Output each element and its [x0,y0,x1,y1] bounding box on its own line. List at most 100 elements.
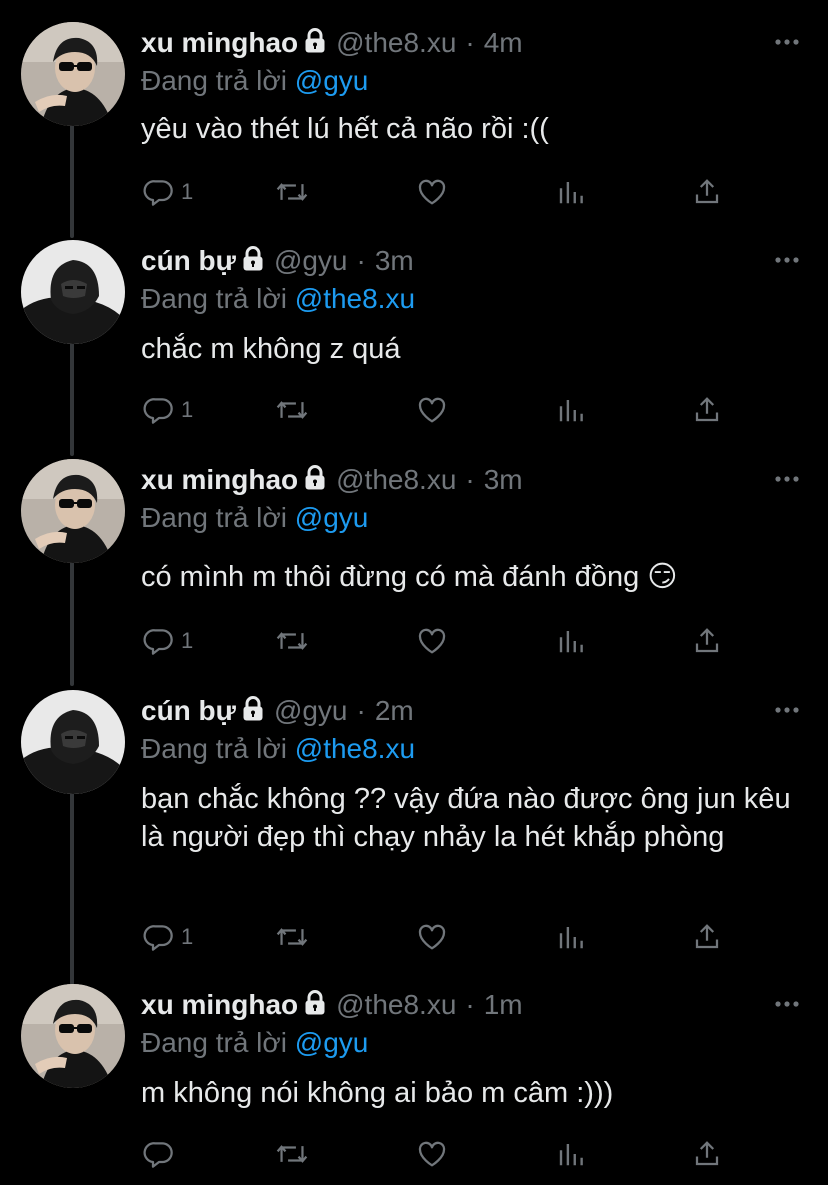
tweet-header: cún bự @gyu · 2m [141,694,414,728]
mention-link[interactable]: @the8.xu [295,733,415,764]
share-button[interactable] [692,172,722,212]
reply-icon [143,176,175,208]
reply-button[interactable]: 1 [143,621,193,661]
more-icon[interactable] [774,30,800,54]
timestamp[interactable]: 3m [375,244,414,278]
display-name[interactable]: cún bự [141,694,236,728]
timestamp[interactable]: 4m [484,26,523,60]
like-button[interactable] [415,390,449,430]
replying-to-label: Đang trả lời [141,502,295,533]
tweet-header: xu minghao @the8.xu · 1m [141,988,523,1022]
tweet-header: cún bự @gyu · 3m [141,244,414,278]
like-icon [415,394,449,426]
mention-link[interactable]: @the8.xu [295,283,415,314]
tweet-actions: 1 [0,917,828,957]
more-icon[interactable] [774,992,800,1016]
user-handle[interactable]: @the8.xu [336,463,456,497]
share-icon [692,1138,722,1170]
like-button[interactable] [415,1134,449,1174]
analytics-icon [556,176,586,208]
retweet-button[interactable] [275,621,309,661]
tweet-actions: 1 [0,172,828,212]
tweet-text: yêu vào thét lú hết cả não rồi :(( [141,113,549,145]
mention-link[interactable]: @gyu [295,65,369,96]
tweet-header: xu minghao @the8.xu · 4m [141,26,523,60]
separator-dot: · [356,695,366,726]
reply-button[interactable]: 1 [143,172,193,212]
share-button[interactable] [692,1134,722,1174]
user-handle[interactable]: @the8.xu [336,26,456,60]
avatar[interactable] [21,690,125,794]
analytics-button[interactable] [556,1134,586,1174]
avatar[interactable] [21,22,125,126]
reply-button[interactable] [143,1134,181,1174]
lock-icon [242,696,264,722]
retweet-icon [275,394,309,426]
analytics-icon [556,394,586,426]
lock-icon [304,990,326,1016]
like-button[interactable] [415,621,449,661]
retweet-button[interactable] [275,172,309,212]
tweet-text: m không nói không ai bảo m câm :))) [141,1077,614,1109]
reply-count: 1 [181,179,194,204]
display-name[interactable]: cún bự [141,244,236,278]
share-button[interactable] [692,621,722,661]
display-name[interactable]: xu minghao [141,988,298,1022]
more-icon[interactable] [774,467,800,491]
mention-link[interactable]: @gyu [295,502,369,533]
tweet[interactable]: xu minghao @the8.xu · 4m Đang trả lời @g… [0,0,828,218]
retweet-button[interactable] [275,1134,309,1174]
share-icon [692,176,722,208]
tweet[interactable]: cún bự @gyu · 3m Đang trả lời @the8.xu ch… [0,218,828,437]
user-handle[interactable]: @gyu [274,694,348,728]
replying-to: Đang trả lời @gyu [141,64,368,98]
separator-dot: · [465,464,475,495]
mention-link[interactable]: @gyu [295,1027,369,1058]
replying-to-label: Đang trả lời [141,1027,295,1058]
replying-to-label: Đang trả lời [141,65,295,96]
tweet-text: chắc m không z quá [141,333,401,365]
separator-dot: · [465,989,475,1020]
tweet[interactable]: xu minghao @the8.xu · 3m Đang trả lời @g… [0,437,828,668]
avatar[interactable] [21,984,125,1088]
retweet-button[interactable] [275,917,309,957]
like-button[interactable] [415,917,449,957]
analytics-button[interactable] [556,621,586,661]
user-handle[interactable]: @gyu [274,244,348,278]
timestamp[interactable]: 3m [484,463,523,497]
tweet-text: bạn chắc không ?? vậy đứa nào được ông j… [141,783,791,853]
like-icon [415,176,449,208]
share-button[interactable] [692,390,722,430]
tweet[interactable]: cún bự @gyu · 2m Đang trả lời @the8.xu bạ… [0,668,828,962]
replying-to: Đang trả lời @the8.xu [141,282,415,316]
display-name[interactable]: xu minghao [141,463,298,497]
analytics-button[interactable] [556,917,586,957]
reply-count: 1 [181,397,194,422]
tweet-actions [0,1134,828,1174]
analytics-button[interactable] [556,390,586,430]
reply-button[interactable]: 1 [143,917,193,957]
timestamp[interactable]: 2m [375,694,414,728]
retweet-icon [275,625,309,657]
more-icon[interactable] [774,698,800,722]
retweet-button[interactable] [275,390,309,430]
avatar[interactable] [21,240,125,344]
reply-button[interactable]: 1 [143,390,193,430]
analytics-button[interactable] [556,172,586,212]
timestamp[interactable]: 1m [484,988,523,1022]
tweet[interactable]: xu minghao @the8.xu · 1m Đang trả lời @g… [0,962,828,1185]
like-button[interactable] [415,172,449,212]
share-button[interactable] [692,917,722,957]
lock-icon [304,465,326,491]
display-name[interactable]: xu minghao [141,26,298,60]
more-icon[interactable] [774,248,800,272]
reply-thread: xu minghao @the8.xu · 4m Đang trả lời @g… [0,0,828,1185]
analytics-icon [556,1138,586,1170]
user-handle[interactable]: @the8.xu [336,988,456,1022]
separator-dot: · [356,245,366,276]
avatar[interactable] [21,459,125,563]
reply-count: 1 [181,628,194,653]
reply-count: 1 [181,924,194,949]
tweet-text: có mình m thôi đừng có mà đánh đồng 😏 [141,561,678,593]
like-icon [415,625,449,657]
